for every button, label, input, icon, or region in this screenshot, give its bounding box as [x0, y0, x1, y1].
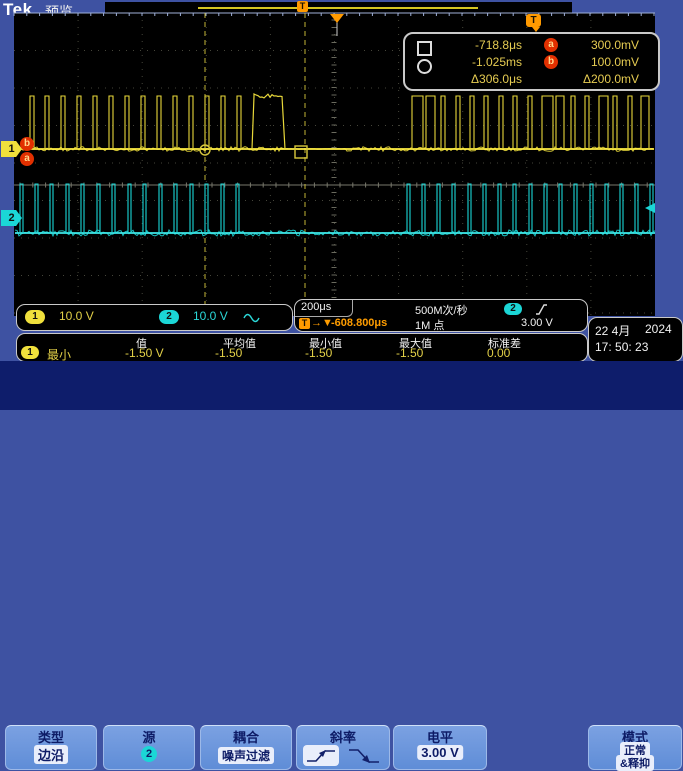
record-length: 1M 点	[415, 317, 444, 333]
horizontal-trigger-bar: 200μs 500M次/秒 2 T →▼ -608.800μs 1M 点 3.0…	[294, 299, 588, 332]
rising-edge-icon	[303, 745, 339, 766]
circle-cursor-icon	[417, 59, 432, 74]
slope-rising-selected-chip[interactable]	[303, 745, 339, 766]
menu-button-slope[interactable]: 斜率	[296, 725, 390, 770]
cursor-b-marker[interactable]: b	[20, 137, 34, 151]
cursor-readout-box: -718.8μs a 300.0mV -1.025ms b 100.0mV Δ3…	[403, 32, 660, 91]
cursor-b-amplitude: 100.0mV	[555, 55, 639, 69]
cursor-a-amplitude: 300.0mV	[555, 38, 639, 52]
channel2-badge[interactable]: 2	[159, 310, 179, 324]
cursor-delta-amplitude: Δ200.0mV	[555, 72, 639, 86]
menu-mode-value2: &释抑	[616, 755, 654, 771]
meas-mean: -1.50	[215, 346, 242, 360]
falling-edge-icon[interactable]	[345, 745, 383, 766]
menu-type-title: 类型	[6, 727, 96, 746]
measurement-bar: 值 平均值 最小值 最大值 标准差 1 最小 -1.50 V -1.50 -1.…	[16, 333, 588, 362]
channel1-badge[interactable]: 1	[25, 310, 45, 324]
datetime-box: 22 4月 2024 17: 50: 23	[588, 317, 683, 362]
menu-coupling-title: 耦合	[201, 727, 291, 746]
cursor-delta-time: Δ306.0μs	[442, 72, 522, 86]
channel1-scale[interactable]: 10.0 V	[59, 309, 94, 323]
cursor-circle-time: -1.025ms	[442, 55, 522, 69]
menu-button-source[interactable]: 源 2	[103, 725, 195, 770]
menu-type-value: 边沿	[34, 745, 68, 764]
softkey-menu-bar: 类型 边沿 源 2 耦合 噪声过滤 斜率 电平 3.	[0, 361, 683, 410]
trigger-position-icon[interactable]: T	[526, 14, 541, 27]
time-label: 17: 50: 23	[595, 340, 648, 354]
menu-button-coupling[interactable]: 耦合 噪声过滤	[200, 725, 292, 770]
trigger-delay-arrows: →▼	[311, 317, 333, 329]
menu-slope-title: 斜率	[297, 727, 389, 746]
meas-source-badge: 1	[21, 346, 39, 359]
channel-settings-bar: 1 10.0 V 2 10.0 V	[16, 304, 293, 331]
menu-button-type[interactable]: 类型 边沿	[5, 725, 97, 770]
menu-source-channel-badge: 2	[141, 746, 157, 762]
square-cursor-icon	[417, 41, 432, 56]
trigger-level-value: 3.00 V	[521, 317, 553, 329]
menu-level-title: 电平	[394, 727, 486, 746]
expansion-point-icon	[330, 14, 344, 23]
cursor-square-time: -718.8μs	[442, 38, 522, 52]
year-label: 2024	[645, 322, 672, 336]
menu-button-mode[interactable]: 模式 正常 &释抑	[588, 725, 682, 770]
ac-coupling-sine-icon	[243, 312, 261, 324]
trigger-slope-rising-icon	[535, 303, 549, 316]
menu-button-level[interactable]: 电平 3.00 V	[393, 725, 487, 770]
channel2-scale[interactable]: 10.0 V	[193, 309, 228, 323]
trigger-delay-t-icon: T	[299, 318, 310, 329]
date-label: 22 4月	[595, 322, 630, 339]
record-trigger-position-icon[interactable]: T	[297, 1, 308, 12]
record-view-waveform-line	[198, 7, 478, 9]
menu-source-title: 源	[104, 727, 194, 746]
record-view-strip: T	[105, 2, 572, 13]
menu-level-value: 3.00 V	[417, 745, 463, 760]
timebase-box: 200μs	[295, 300, 353, 317]
timebase-value: 200μs	[301, 301, 331, 313]
trigger-level-arrow-icon[interactable]	[645, 203, 655, 213]
meas-min: -1.50	[305, 346, 332, 360]
oscilloscope-screen: Tek 预览 T T 1 2 b a -718.8μs a 300.0mV -1…	[0, 0, 683, 410]
cursor-a-marker[interactable]: a	[20, 152, 34, 166]
sample-rate: 500M次/秒	[415, 302, 468, 318]
meas-value: -1.50 V	[125, 346, 164, 360]
trigger-delay-value: -608.800μs	[331, 317, 387, 329]
menu-coupling-value: 噪声过滤	[218, 747, 274, 764]
meas-stddev: 0.00	[487, 346, 510, 360]
trigger-source-badge: 2	[504, 303, 522, 315]
meas-max: -1.50	[396, 346, 423, 360]
